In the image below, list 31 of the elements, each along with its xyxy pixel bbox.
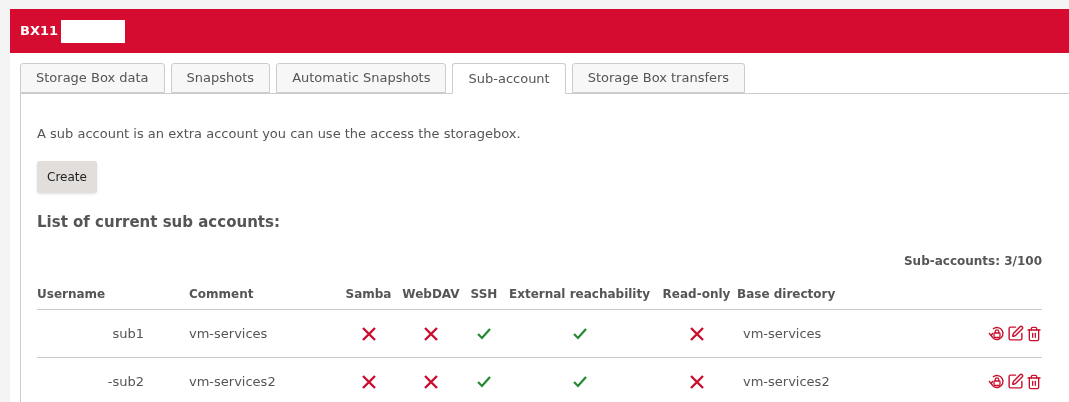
redacted-block [61, 19, 126, 43]
column-header: Username [37, 285, 107, 303]
edit-icon[interactable] [1007, 325, 1024, 342]
trash-icon[interactable] [1026, 325, 1042, 342]
column-header: Base directory [737, 285, 837, 303]
column-header: WebDAV [401, 285, 461, 303]
table-cell-text: vm-services [189, 324, 269, 343]
lock-refresh-icon[interactable] [988, 325, 1005, 342]
column-header: SSH [469, 285, 499, 303]
account-count: Sub-accounts: 3/100 [903, 253, 1042, 270]
column-header: External reachability [507, 285, 652, 303]
table-cell-text: vm-services2 [742, 372, 831, 391]
tab[interactable]: Sub-account [452, 63, 566, 94]
trash-icon[interactable] [1026, 373, 1042, 390]
header-title: BX11 [20, 22, 59, 41]
column-header: Comment [189, 285, 255, 303]
table-cell-text: vm-services [742, 324, 823, 343]
table-cell-text: -sub2 [106, 372, 145, 391]
tab[interactable]: Snapshots [170, 63, 271, 93]
create-button[interactable]: Create [37, 160, 97, 193]
table-cell-text: sub1 [111, 324, 145, 343]
column-header: Samba [344, 285, 393, 303]
tab[interactable]: Storage Box transfers [571, 63, 746, 93]
section-heading: List of current sub accounts: [37, 211, 281, 233]
description: A sub account is an extra account you can use the access the storagebox. [37, 125, 522, 143]
lock-refresh-icon[interactable] [988, 373, 1005, 390]
edit-icon[interactable] [1007, 373, 1024, 390]
column-header: Read-only [661, 285, 732, 303]
table-cell-text: vm-services2 [189, 372, 277, 391]
tab[interactable]: Automatic Snapshots [276, 63, 447, 93]
tab[interactable]: Storage Box data [20, 63, 165, 93]
